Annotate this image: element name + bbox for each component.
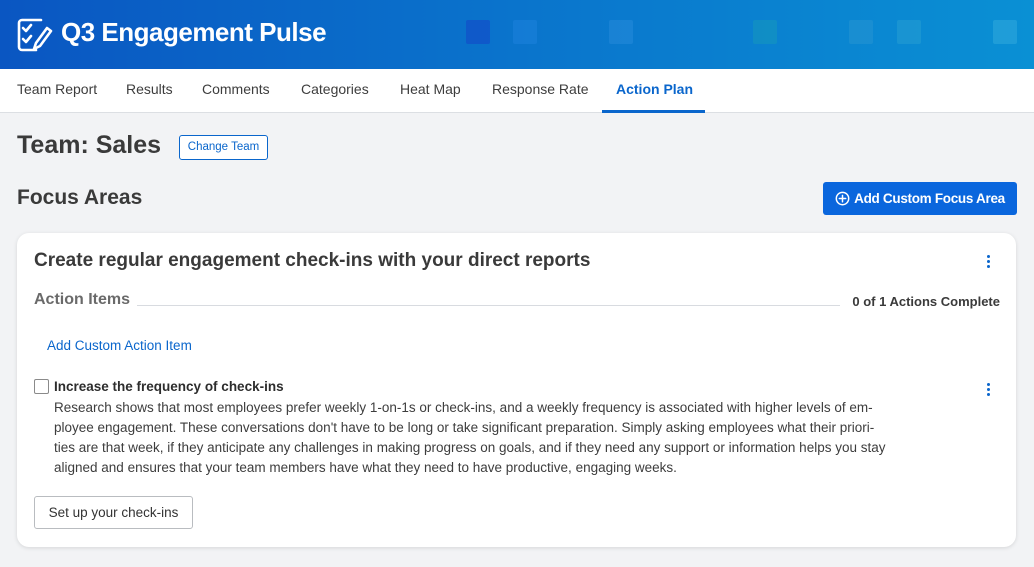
description-line: Research shows that most employees prefe… [54, 400, 873, 415]
tab-bar: Team Report Results Comments Categories … [0, 69, 1034, 113]
decorative-square [897, 20, 921, 44]
app-header: Q3 Engagement Pulse [0, 0, 1034, 69]
action-item-more-icon[interactable] [980, 381, 996, 401]
decorative-square [609, 20, 633, 44]
tab-action-plan[interactable]: Action Plan [616, 69, 693, 113]
action-item-title: Increase the frequency of check-ins [54, 379, 284, 394]
decorative-square [466, 20, 490, 44]
tab-team-report[interactable]: Team Report [17, 69, 97, 113]
decorative-square [753, 20, 777, 44]
tab-response-rate[interactable]: Response Rate [492, 69, 589, 113]
set-up-check-ins-button[interactable]: Set up your check-ins [34, 496, 193, 529]
clipboard-check-icon [17, 18, 53, 52]
divider [137, 305, 840, 306]
action-item-checkbox[interactable] [34, 379, 49, 394]
focus-area-more-icon[interactable] [980, 253, 996, 273]
tab-comments[interactable]: Comments [202, 69, 270, 113]
decorative-square [513, 20, 537, 44]
active-tab-indicator [602, 110, 705, 113]
add-custom-action-item-link[interactable]: Add Custom Action Item [47, 338, 192, 353]
focus-areas-heading: Focus Areas [17, 186, 143, 209]
tab-results[interactable]: Results [126, 69, 173, 113]
app-title: Q3 Engagement Pulse [61, 17, 327, 47]
tab-categories[interactable]: Categories [301, 69, 369, 113]
focus-area-title: Create regular engagement check-ins with… [34, 250, 591, 271]
description-line: ployee engagement. These conversations d… [54, 420, 875, 435]
team-title: Team: Sales [17, 131, 162, 159]
description-line: aligned and ensures that your team membe… [54, 460, 677, 475]
decorative-square [849, 20, 873, 44]
add-custom-focus-area-button[interactable]: Add Custom Focus Area [823, 182, 1017, 215]
action-item-description: Research shows that most employees prefe… [54, 398, 924, 478]
action-items-label: Action Items [34, 291, 131, 308]
decorative-square [993, 20, 1017, 44]
actions-progress: 0 of 1 Actions Complete [852, 294, 1000, 309]
focus-area-card: Create regular engagement check-ins with… [17, 233, 1016, 547]
add-custom-focus-area-label: Add Custom Focus Area [854, 191, 1005, 206]
plus-circle-icon [835, 191, 850, 206]
tab-heat-map[interactable]: Heat Map [400, 69, 461, 113]
description-line: ties are that week, if they anticipate a… [54, 440, 886, 455]
change-team-button[interactable]: Change Team [179, 135, 268, 160]
